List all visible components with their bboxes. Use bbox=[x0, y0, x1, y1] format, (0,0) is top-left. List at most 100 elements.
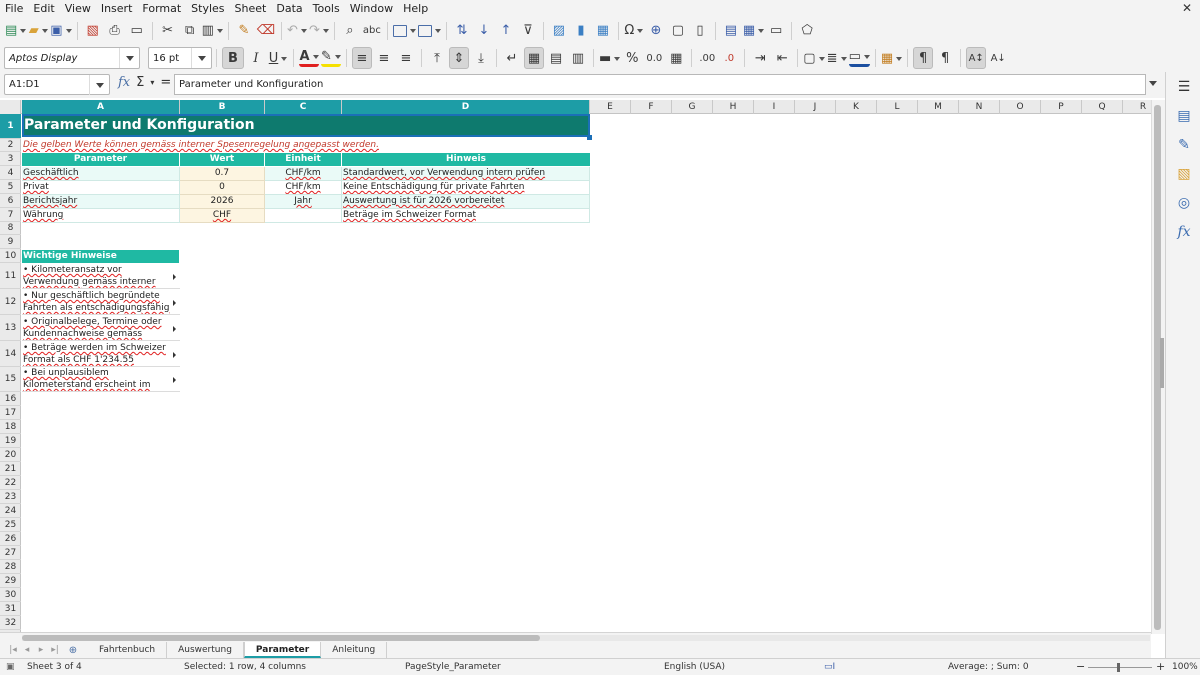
page-style[interactable]: PageStyle_Parameter bbox=[405, 659, 501, 675]
bold-icon[interactable]: B bbox=[222, 47, 244, 69]
row-header-10[interactable]: 10 bbox=[0, 249, 21, 263]
row-header-19[interactable]: 19 bbox=[0, 434, 21, 448]
date-format-icon[interactable]: ▦ bbox=[666, 47, 686, 69]
value-cell-1[interactable]: 0.7 bbox=[180, 167, 265, 181]
column-header-k[interactable]: K bbox=[836, 100, 877, 114]
row-header-25[interactable]: 25 bbox=[0, 518, 21, 532]
formula-input[interactable]: Parameter und Konfiguration bbox=[174, 74, 1146, 95]
new-document-icon[interactable]: ▤ bbox=[5, 20, 26, 42]
row-header-14[interactable]: 14 bbox=[0, 341, 21, 367]
row-icon[interactable] bbox=[392, 20, 416, 42]
add-sheet-icon[interactable]: ⊕ bbox=[66, 643, 80, 657]
undo-icon[interactable]: ↶ bbox=[287, 20, 307, 42]
menu-format[interactable]: Format bbox=[137, 0, 186, 17]
row-header-28[interactable]: 28 bbox=[0, 560, 21, 574]
zoom-level[interactable]: 100% bbox=[1172, 659, 1198, 675]
show-draw-functions-icon[interactable]: ⬠ bbox=[797, 20, 817, 42]
border-color-icon[interactable]: ▭ bbox=[848, 49, 870, 67]
borders-icon[interactable]: ▢ bbox=[803, 47, 824, 69]
menu-file[interactable]: File bbox=[0, 0, 28, 17]
param-cell-3[interactable]: Berichtsjahr bbox=[22, 195, 180, 209]
copy-icon[interactable]: ⧉ bbox=[180, 20, 200, 42]
column-header-o[interactable]: O bbox=[1000, 100, 1041, 114]
insert-pivot-table-icon[interactable]: ▦ bbox=[593, 20, 613, 42]
menu-window[interactable]: Window bbox=[345, 0, 398, 17]
language[interactable]: English (USA) bbox=[664, 659, 725, 675]
cell-area[interactable]: Parameter und Konfiguration Die gelben W… bbox=[22, 114, 1151, 632]
sort-ascending-icon[interactable]: ↓ bbox=[474, 20, 494, 42]
clear-formatting-icon[interactable]: ⌫ bbox=[256, 20, 276, 42]
align-left-icon[interactable]: ≡ bbox=[352, 47, 372, 69]
row-header-30[interactable]: 30 bbox=[0, 588, 21, 602]
header-wert[interactable]: Wert bbox=[180, 153, 264, 166]
font-size-box[interactable]: 16 pt bbox=[148, 47, 212, 69]
next-sheet-icon[interactable]: ▸ bbox=[34, 643, 48, 657]
column-header-j[interactable]: J bbox=[795, 100, 836, 114]
column-header-l[interactable]: L bbox=[877, 100, 918, 114]
header-parameter[interactable]: Parameter bbox=[22, 153, 179, 166]
column-header-c[interactable]: C bbox=[265, 100, 342, 114]
column-header-d[interactable]: D bbox=[342, 100, 590, 114]
text-direction-right-to-left-icon[interactable]: ¶ bbox=[935, 47, 955, 69]
column-header-q[interactable]: Q bbox=[1082, 100, 1123, 114]
row-header-24[interactable]: 24 bbox=[0, 504, 21, 518]
menu-tools[interactable]: Tools bbox=[308, 0, 345, 17]
row-header-3[interactable]: 3 bbox=[0, 152, 21, 166]
sort-icon[interactable]: ⇅ bbox=[452, 20, 472, 42]
function-wizard-icon[interactable]: fx bbox=[118, 75, 130, 90]
value-cell-4[interactable]: CHF bbox=[180, 209, 265, 223]
first-sheet-icon[interactable]: |◂ bbox=[6, 643, 20, 657]
column-header-m[interactable]: M bbox=[918, 100, 959, 114]
unit-cell-2[interactable]: CHF/km bbox=[265, 181, 342, 195]
row-header-18[interactable]: 18 bbox=[0, 420, 21, 434]
insert-chart-icon[interactable]: ▮ bbox=[571, 20, 591, 42]
tab-fahrtenbuch[interactable]: Fahrtenbuch bbox=[88, 642, 168, 658]
increase-indent-icon[interactable]: ⇥ bbox=[750, 47, 770, 69]
highlight-color-icon[interactable]: ✎ bbox=[321, 49, 341, 67]
font-size-dropdown-icon[interactable] bbox=[191, 48, 211, 68]
wrap-text-icon[interactable]: ↵ bbox=[502, 47, 522, 69]
horizontal-scrollbar[interactable] bbox=[22, 635, 1150, 641]
conditional-format-icon[interactable]: ▦ bbox=[881, 47, 902, 69]
delete-decimal-icon[interactable]: .0 bbox=[719, 47, 739, 69]
paste-icon[interactable]: ▥ bbox=[202, 20, 223, 42]
define-print-area-icon[interactable]: ▤ bbox=[721, 20, 741, 42]
menu-edit[interactable]: Edit bbox=[28, 0, 59, 17]
font-color-icon[interactable]: A bbox=[299, 49, 319, 67]
row-header-16[interactable]: 16 bbox=[0, 392, 21, 406]
insert-image-icon[interactable]: ▨ bbox=[549, 20, 569, 42]
column-icon[interactable] bbox=[417, 20, 441, 42]
column-header-p[interactable]: P bbox=[1041, 100, 1082, 114]
document-modified-icon[interactable]: ▣ bbox=[6, 659, 15, 675]
align-middle-icon[interactable]: ⇕ bbox=[449, 47, 469, 69]
previous-sheet-icon[interactable]: ◂ bbox=[20, 643, 34, 657]
underline-icon[interactable]: U bbox=[268, 47, 288, 69]
note-item-3[interactable]: • Originalbelege, Termine oder Kundennac… bbox=[22, 316, 180, 341]
param-cell-2[interactable]: Privat bbox=[22, 181, 180, 195]
row-header-9[interactable]: 9 bbox=[0, 235, 21, 249]
text-direction-left-to-right-icon[interactable]: ¶ bbox=[913, 47, 934, 69]
row-header-13[interactable]: 13 bbox=[0, 315, 21, 341]
tab-anleitung[interactable]: Anleitung bbox=[321, 642, 388, 658]
column-header-r[interactable]: R bbox=[1123, 100, 1151, 114]
param-cell-1[interactable]: Geschäftlich bbox=[22, 167, 180, 181]
align-right-icon[interactable]: ≡ bbox=[396, 47, 416, 69]
print-preview-icon[interactable]: ▭ bbox=[127, 20, 147, 42]
italic-icon[interactable]: I bbox=[246, 47, 266, 69]
column-header-f[interactable]: F bbox=[631, 100, 672, 114]
row-header-17[interactable]: 17 bbox=[0, 406, 21, 420]
spelling-icon[interactable]: abc bbox=[362, 20, 382, 42]
column-header-g[interactable]: G bbox=[672, 100, 713, 114]
header-einheit[interactable]: Einheit bbox=[265, 153, 341, 166]
subtitle-cell[interactable]: Die gelben Werte können gemäss interner … bbox=[22, 139, 590, 152]
note-cell-4[interactable]: Beträge im Schweizer Format bbox=[342, 209, 590, 223]
row-header-21[interactable]: 21 bbox=[0, 462, 21, 476]
vertical-split-handle[interactable] bbox=[1160, 338, 1164, 388]
row-header-20[interactable]: 20 bbox=[0, 448, 21, 462]
last-sheet-icon[interactable]: ▸| bbox=[48, 643, 62, 657]
merge-cells-icon[interactable]: ▤ bbox=[546, 47, 566, 69]
find-replace-icon[interactable]: ⌕ bbox=[340, 20, 360, 42]
row-header-23[interactable]: 23 bbox=[0, 490, 21, 504]
sort-descending-icon[interactable]: ↑ bbox=[496, 20, 516, 42]
zoom-out-icon[interactable]: − bbox=[1076, 659, 1085, 675]
